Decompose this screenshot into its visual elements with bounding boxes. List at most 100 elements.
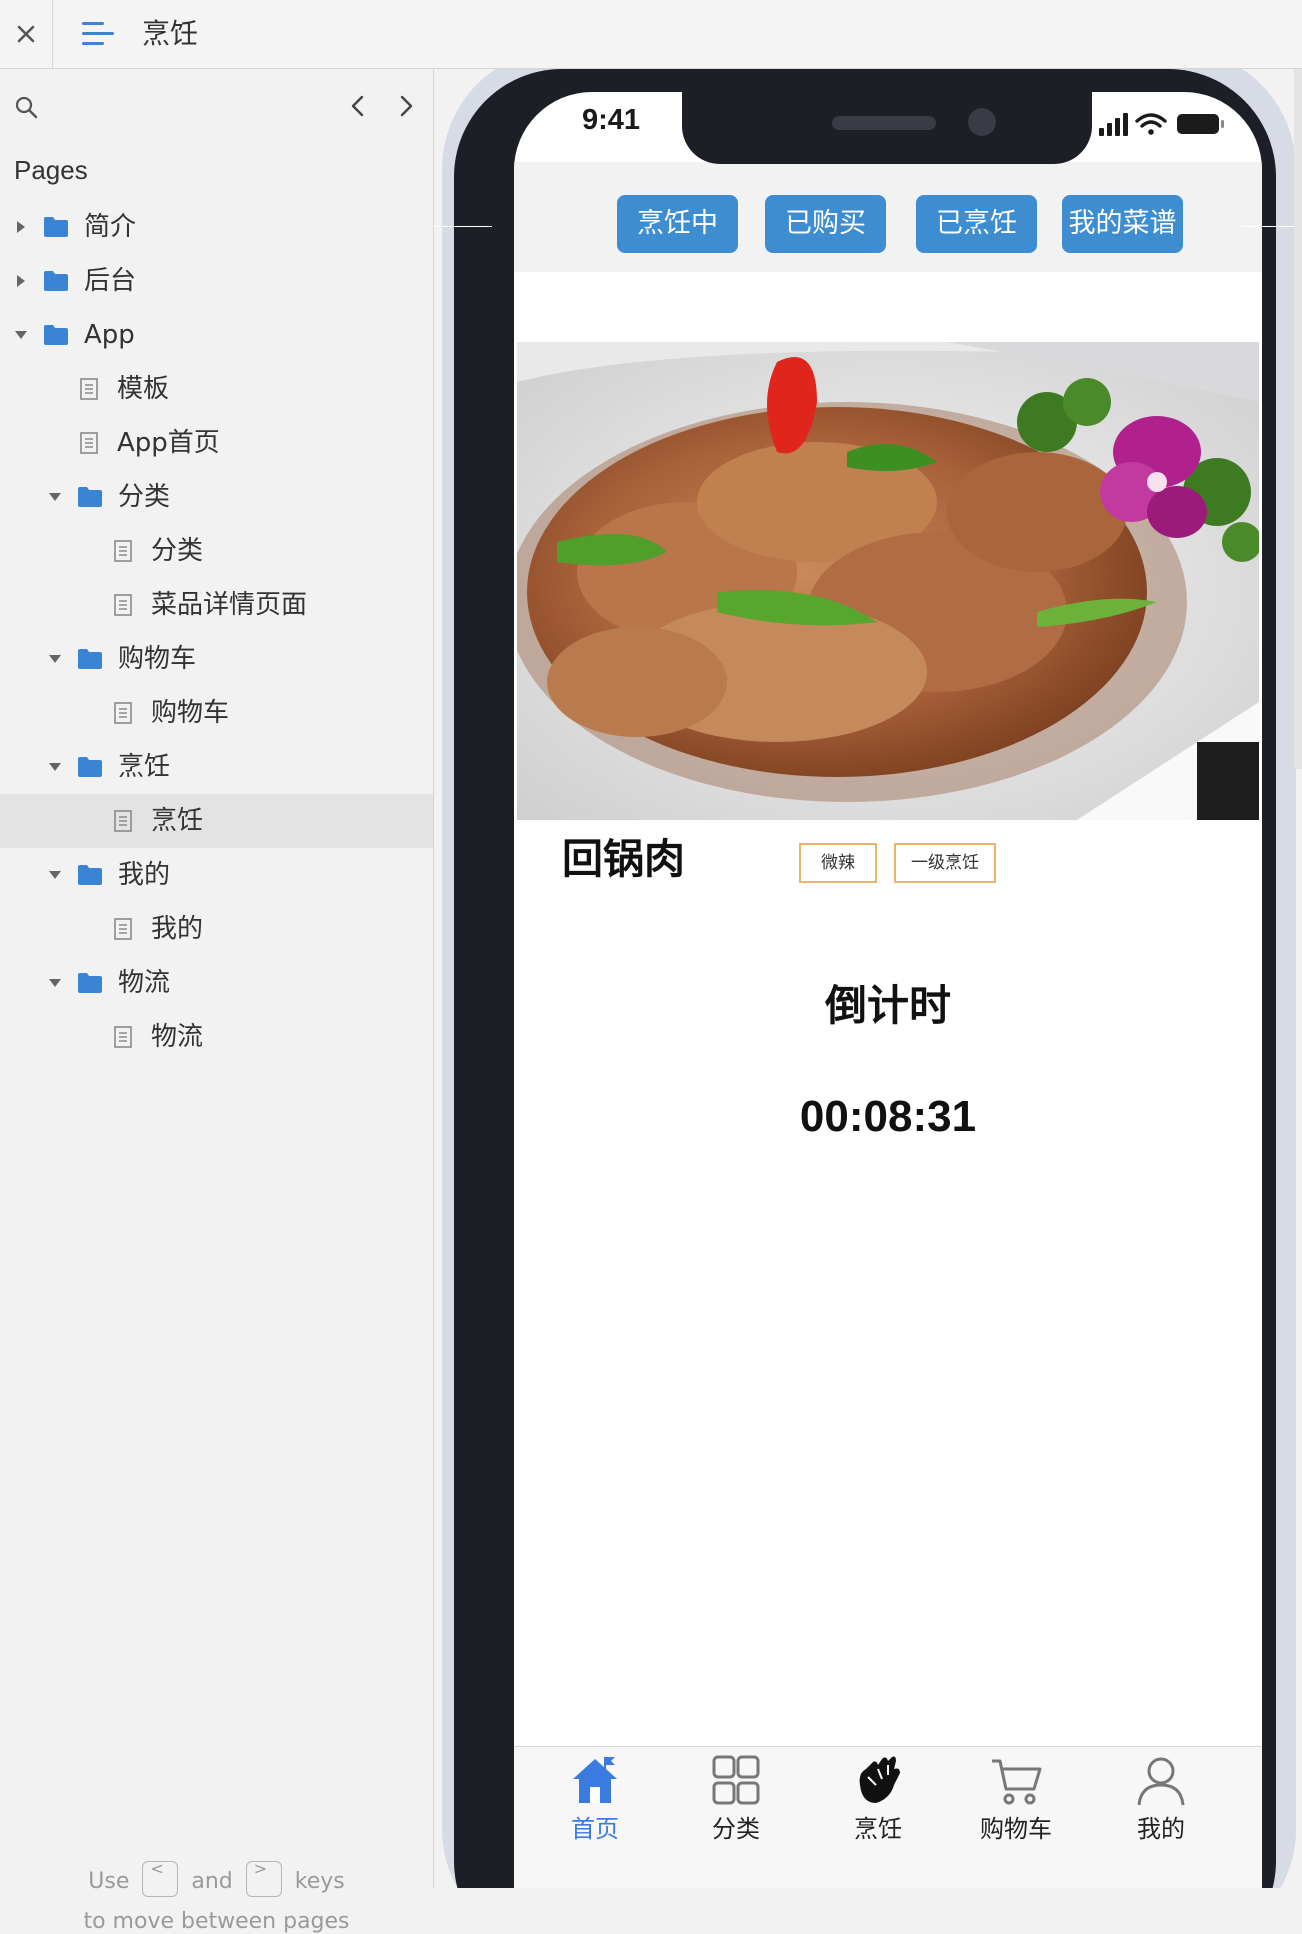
prev-key-icon: < bbox=[142, 1860, 179, 1897]
pages-sidebar: Pages 简介 后台 App 模板 App首页 分类 分类 菜品详情页面 购物车 购物车 烹饪 烹饪… bbox=[0, 69, 434, 1934]
close-icon bbox=[17, 25, 35, 43]
tree-item-6[interactable]: 分类 bbox=[0, 524, 433, 578]
tree-item-label: 菜品详情页面 bbox=[151, 590, 308, 620]
page-icon bbox=[114, 594, 132, 616]
caret-down-icon[interactable] bbox=[48, 868, 62, 882]
cart-icon bbox=[992, 1759, 1042, 1805]
tree-item-15[interactable]: 物流 bbox=[0, 1010, 433, 1064]
tree-item-label: App bbox=[84, 320, 135, 350]
tree-item-3[interactable]: 模板 bbox=[0, 362, 433, 416]
folder-icon bbox=[78, 487, 102, 507]
countdown-title: 倒计时 bbox=[824, 981, 951, 1030]
tree-item-14[interactable]: 物流 bbox=[0, 956, 433, 1010]
tabbar-home[interactable]: 首页 bbox=[535, 1751, 655, 1843]
dish-photo bbox=[517, 342, 1259, 820]
camera bbox=[968, 108, 996, 136]
tree-item-label: 我的 bbox=[151, 914, 204, 944]
tree-item-12[interactable]: 我的 bbox=[0, 848, 433, 902]
tabbar-cooking-label: 烹饪 bbox=[854, 1815, 902, 1843]
tabbar-cart-label: 购物车 bbox=[980, 1815, 1052, 1843]
tab-my-recipes[interactable]: 我的菜谱 bbox=[1062, 195, 1183, 253]
preview-canvas: 9:41 烹饪中 已购买 已烹饪 我的菜谱 回锅肉 微辣 一级烹饪 倒计时 00… bbox=[434, 69, 1302, 1888]
tree-item-label: 后台 bbox=[84, 266, 137, 296]
sidebar-toolbar bbox=[0, 69, 433, 143]
user-icon bbox=[1137, 1757, 1185, 1806]
top-bar: 烹饪 bbox=[0, 0, 1302, 69]
tree-item-2[interactable]: App bbox=[0, 308, 433, 362]
tabbar-category-label: 分类 bbox=[712, 1815, 760, 1843]
menu-icon[interactable] bbox=[80, 16, 116, 52]
tab-bar: 首页 分类 烹饪 购物车 我的 bbox=[514, 1746, 1262, 1888]
tab-cooking[interactable]: 烹饪中 bbox=[617, 195, 738, 253]
tabbar-cart[interactable]: 购物车 bbox=[956, 1751, 1076, 1843]
guide-line-right bbox=[1242, 226, 1302, 227]
tab-purchased[interactable]: 已购买 bbox=[765, 195, 886, 253]
caret-right-icon[interactable] bbox=[14, 220, 28, 234]
tree-item-13[interactable]: 我的 bbox=[0, 902, 433, 956]
page-icon bbox=[114, 810, 132, 832]
chevron-left-icon[interactable] bbox=[344, 91, 372, 121]
wifi-icon bbox=[1135, 113, 1167, 135]
tree-item-label: App首页 bbox=[117, 428, 220, 458]
tabbar-mine-label: 我的 bbox=[1137, 1815, 1185, 1843]
caret-down-icon[interactable] bbox=[48, 976, 62, 990]
folder-icon bbox=[44, 325, 68, 345]
phone-frame: 9:41 烹饪中 已购买 已烹饪 我的菜谱 回锅肉 微辣 一级烹饪 倒计时 00… bbox=[454, 69, 1276, 1888]
caret-down-icon[interactable] bbox=[48, 490, 62, 504]
tree-item-label: 烹饪 bbox=[118, 752, 171, 782]
tabbar-home-label: 首页 bbox=[571, 1815, 619, 1843]
grid-icon bbox=[712, 1755, 760, 1805]
tree-item-9[interactable]: 购物车 bbox=[0, 686, 433, 740]
page-icon bbox=[114, 540, 132, 562]
caret-down-icon[interactable] bbox=[48, 760, 62, 774]
caret-down-icon[interactable] bbox=[14, 328, 28, 342]
page-icon bbox=[80, 378, 98, 400]
tab-cooked[interactable]: 已烹饪 bbox=[916, 195, 1037, 253]
tree-item-label: 购物车 bbox=[118, 644, 197, 674]
page-icon bbox=[114, 918, 132, 940]
tree-item-label: 简介 bbox=[84, 212, 137, 242]
status-icons bbox=[1099, 113, 1224, 136]
tree-item-4[interactable]: App首页 bbox=[0, 416, 433, 470]
tree-item-10[interactable]: 烹饪 bbox=[0, 740, 433, 794]
home-icon bbox=[573, 1757, 617, 1803]
page-title: 烹饪 bbox=[142, 17, 199, 50]
chevron-right-icon[interactable] bbox=[392, 91, 420, 121]
folder-icon bbox=[78, 649, 102, 669]
tree-item-7[interactable]: 菜品详情页面 bbox=[0, 578, 433, 632]
folder-icon bbox=[78, 973, 102, 993]
tabbar-category[interactable]: 分类 bbox=[676, 1751, 796, 1843]
tree-item-8[interactable]: 购物车 bbox=[0, 632, 433, 686]
tabbar-cooking[interactable]: 烹饪 bbox=[818, 1751, 938, 1843]
tree-item-label: 物流 bbox=[151, 1022, 204, 1052]
page-icon bbox=[80, 432, 98, 454]
countdown-timer: 00:08:31 bbox=[799, 1092, 977, 1141]
folder-icon bbox=[44, 217, 68, 237]
tree-item-5[interactable]: 分类 bbox=[0, 470, 433, 524]
tree-item-0[interactable]: 简介 bbox=[0, 200, 433, 254]
tag-level: 一级烹饪 bbox=[894, 843, 996, 883]
tree-item-1[interactable]: 后台 bbox=[0, 254, 433, 308]
status-time: 9:41 bbox=[582, 104, 641, 136]
signal-icon bbox=[1099, 113, 1128, 136]
search-icon[interactable] bbox=[14, 95, 38, 119]
hint-keys: keys bbox=[294, 1869, 345, 1894]
cooking-tabs: 烹饪中 已购买 已烹饪 我的菜谱 bbox=[514, 195, 1262, 255]
tree-item-label: 购物车 bbox=[151, 698, 230, 728]
tree-item-11[interactable]: 烹饪 bbox=[0, 794, 433, 848]
canvas-scrollbar[interactable] bbox=[1294, 69, 1302, 769]
tree-item-label: 我的 bbox=[118, 860, 171, 890]
page-icon bbox=[114, 702, 132, 724]
guide-line-left bbox=[434, 226, 492, 227]
tabbar-mine[interactable]: 我的 bbox=[1101, 1751, 1221, 1843]
caret-right-icon[interactable] bbox=[14, 274, 28, 288]
caret-down-icon[interactable] bbox=[48, 652, 62, 666]
phone-screen: 9:41 烹饪中 已购买 已烹饪 我的菜谱 回锅肉 微辣 一级烹饪 倒计时 00… bbox=[514, 92, 1262, 1888]
tree-item-label: 模板 bbox=[117, 374, 170, 404]
folder-icon bbox=[78, 865, 102, 885]
folder-icon bbox=[44, 271, 68, 291]
close-button[interactable] bbox=[0, 0, 53, 68]
folder-icon bbox=[78, 757, 102, 777]
hint-line-2: to move between pages bbox=[83, 1909, 350, 1934]
hand-icon bbox=[859, 1756, 900, 1803]
